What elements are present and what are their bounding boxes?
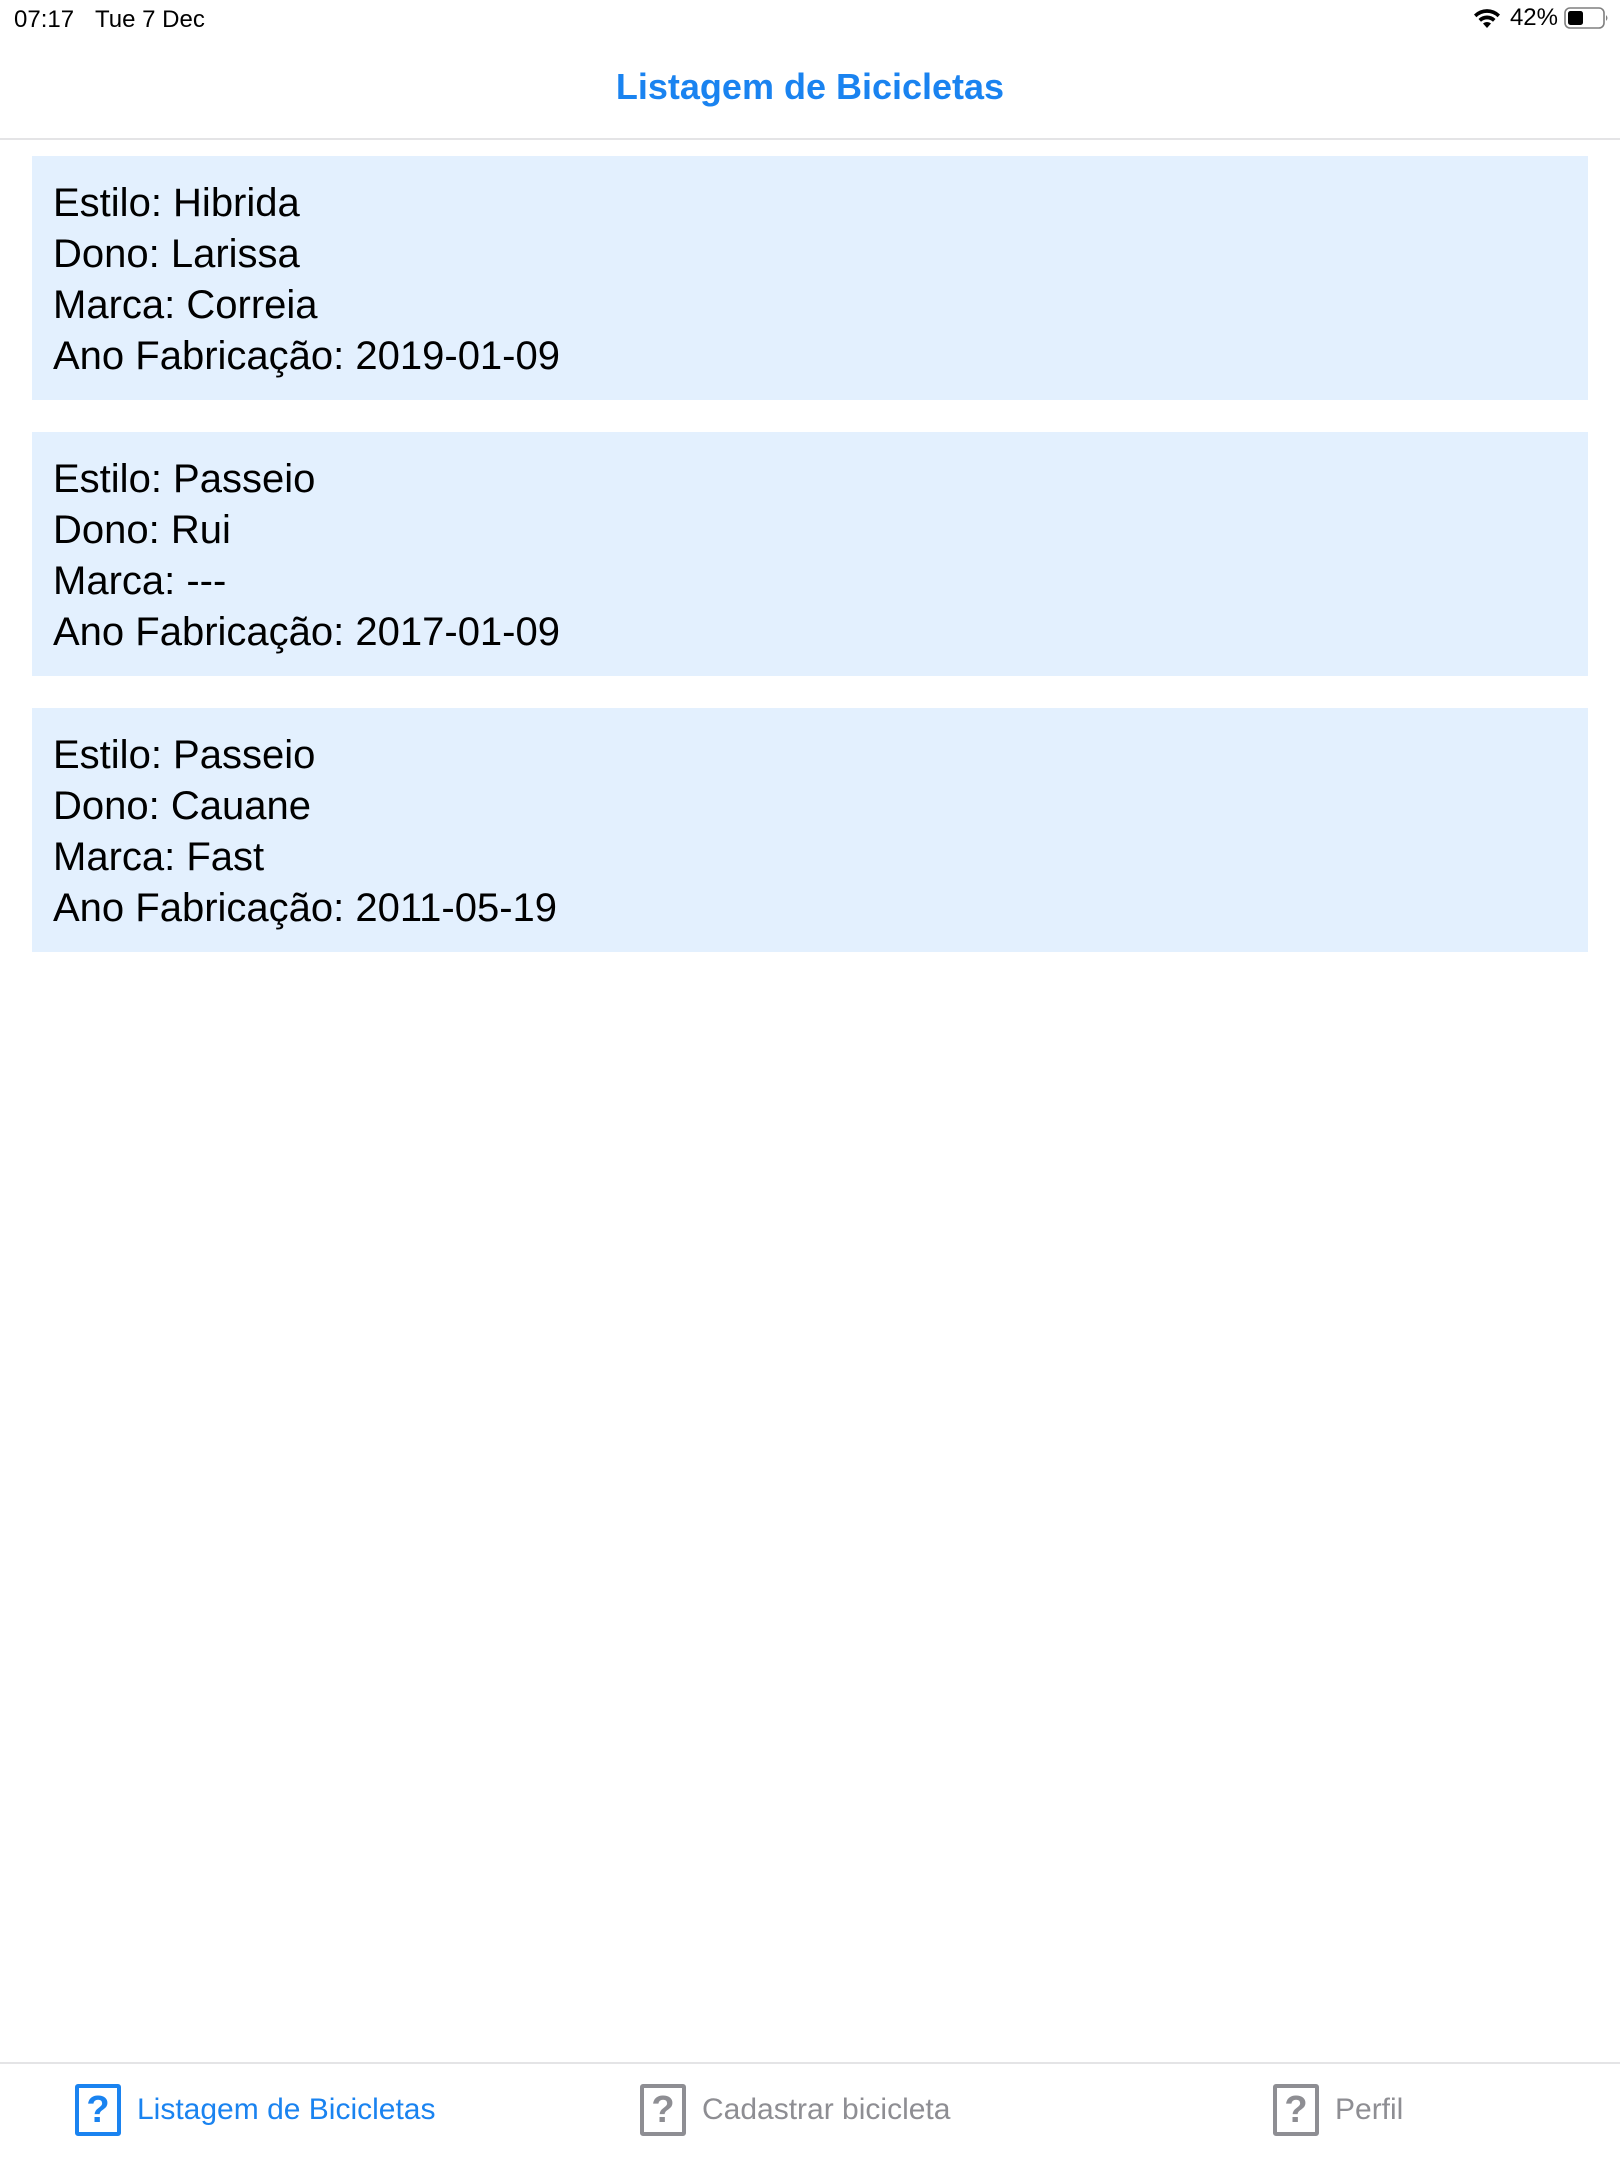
status-indicators: 42% — [1472, 4, 1610, 32]
page-title: Listagem de Bicicletas — [615, 66, 1005, 107]
question-mark-icon: ? — [75, 2084, 121, 2136]
bike-dono: Dono: Larissa — [53, 232, 300, 276]
status-date: Tue 7 Dec — [95, 6, 205, 33]
bike-marca: Marca: Correia — [53, 283, 318, 327]
tab-cadastrar-bicicleta[interactable]: ? Cadastrar bicicleta — [640, 2084, 950, 2136]
bike-ano-fabricacao: Ano Fabricação: 2011-05-19 — [53, 886, 558, 930]
tab-listagem-de-bicicletas[interactable]: ? Listagem de Bicicletas — [75, 2084, 435, 2136]
battery-percentage: 42% — [1509, 4, 1558, 31]
question-mark-icon: ? — [640, 2084, 686, 2136]
bike-dono: Dono: Rui — [53, 508, 231, 552]
status-bar: 07:17 Tue 7 Dec 42% — [0, 0, 1620, 40]
bike-estilo: Estilo: Passeio — [53, 457, 316, 501]
question-mark-icon: ? — [1273, 2084, 1319, 2136]
bike-card[interactable]: Estilo: Passeio Dono: Rui Marca: --- Ano… — [32, 432, 1588, 676]
wifi-icon — [1473, 9, 1500, 28]
battery-icon — [1564, 7, 1608, 29]
bike-ano-fabricacao: Ano Fabricação: 2017-01-09 — [53, 610, 560, 654]
status-time: 07:17 — [14, 6, 75, 33]
bike-estilo: Estilo: Passeio — [53, 733, 316, 777]
bike-card[interactable]: Estilo: Hibrida Dono: Larissa Marca: Cor… — [32, 156, 1588, 400]
navigation-bar: Listagem de Bicicletas — [0, 40, 1620, 140]
bike-dono: Dono: Cauane — [53, 784, 311, 828]
tab-label: Perfil — [1335, 2093, 1404, 2126]
bike-estilo: Estilo: Hibrida — [53, 181, 300, 225]
tab-bar: ? Listagem de Bicicletas ? Cadastrar bic… — [0, 2062, 1620, 2160]
bike-list: Estilo: Hibrida Dono: Larissa Marca: Cor… — [32, 156, 1588, 984]
bike-marca: Marca: --- — [53, 559, 227, 603]
bike-ano-fabricacao: Ano Fabricação: 2019-01-09 — [53, 334, 560, 378]
bike-marca: Marca: Fast — [53, 835, 265, 879]
tab-perfil[interactable]: ? Perfil — [1273, 2084, 1403, 2136]
bike-card[interactable]: Estilo: Passeio Dono: Cauane Marca: Fast… — [32, 708, 1588, 952]
tab-label: Cadastrar bicicleta — [702, 2093, 951, 2126]
tab-label: Listagem de Bicicletas — [137, 2093, 436, 2126]
